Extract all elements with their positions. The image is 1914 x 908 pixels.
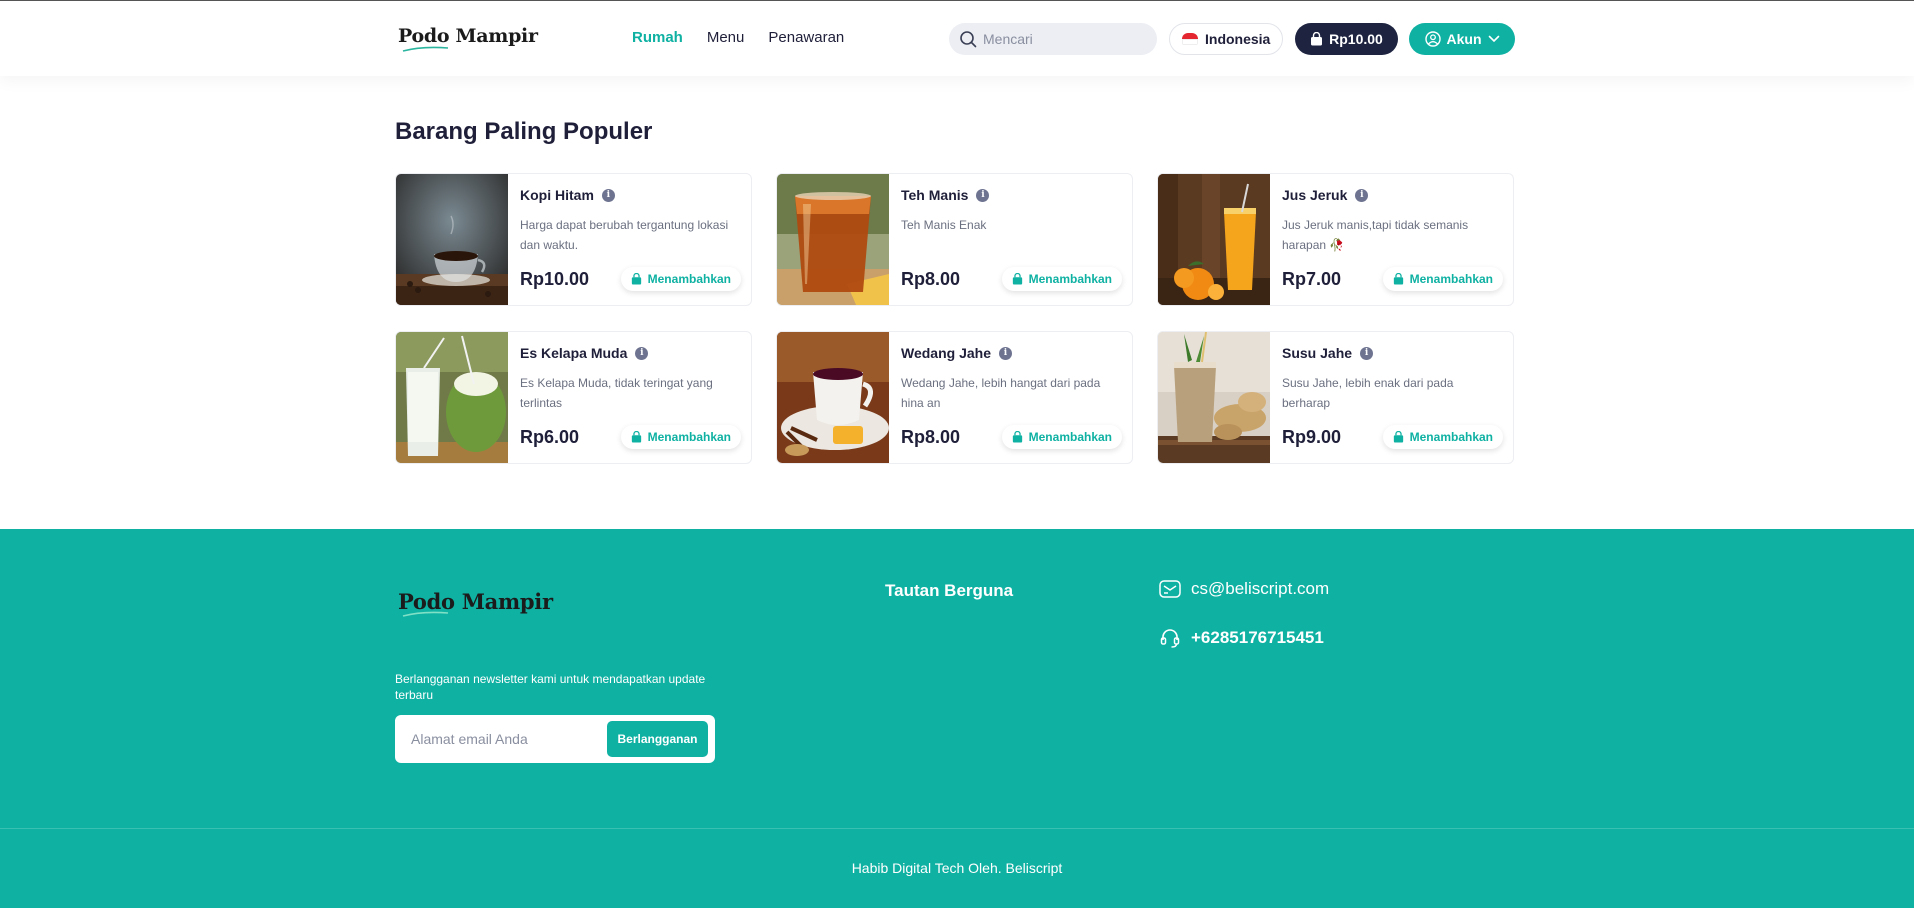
- search-icon: [960, 31, 977, 48]
- search-input[interactable]: [983, 31, 1143, 47]
- nav-item-menu[interactable]: Menu: [707, 29, 745, 46]
- product-image-wedang-jahe: [777, 332, 889, 463]
- newsletter-email-input[interactable]: [411, 731, 599, 747]
- product-description: Wedang Jahe, lebih hangat dari pada hina…: [901, 376, 1101, 410]
- contact-email-text: cs@beliscript.com: [1191, 579, 1330, 598]
- product-description: Susu Jahe, lebih enak dari pada berharap: [1282, 376, 1454, 410]
- add-to-cart-label: Menambahkan: [1409, 272, 1493, 286]
- bag-icon: [1393, 431, 1403, 443]
- product-body: Wedang Jahe i Wedang Jahe, lebih hangat …: [889, 332, 1132, 463]
- contact-phone[interactable]: +6285176715451: [1159, 627, 1324, 649]
- add-to-cart-button[interactable]: Menambahkan: [1382, 425, 1503, 449]
- brand-logo[interactable]: Podo Mampir: [398, 19, 538, 53]
- product-name: Es Kelapa Muda: [520, 345, 628, 361]
- add-to-cart-button[interactable]: Menambahkan: [620, 267, 741, 291]
- product-name: Kopi Hitam: [520, 187, 594, 203]
- bag-icon: [631, 431, 641, 443]
- product-card[interactable]: Wedang Jahe i Wedang Jahe, lebih hangat …: [776, 331, 1133, 464]
- product-grid: Kopi Hitam i Harga dapat berubah tergant…: [395, 173, 1515, 464]
- product-price: Rp8.00: [901, 426, 961, 447]
- product-image-es-kelapa-muda: [396, 332, 508, 463]
- product-price: Rp6.00: [520, 426, 580, 447]
- product-image-teh-manis: [777, 174, 889, 305]
- product-image-jus-jeruk: [1158, 174, 1270, 305]
- cart-button[interactable]: Rp10.00: [1295, 23, 1398, 55]
- product-card[interactable]: Teh Manis i Teh Manis Enak Rp8.00 Menamb…: [776, 173, 1133, 306]
- add-to-cart-button[interactable]: Menambahkan: [620, 425, 741, 449]
- info-icon[interactable]: i: [601, 188, 615, 202]
- product-description: Teh Manis Enak: [901, 218, 987, 232]
- product-price: Rp10.00: [520, 268, 590, 289]
- main-nav: Rumah Menu Penawaran: [632, 29, 844, 46]
- bag-icon: [631, 273, 641, 285]
- product-body: Es Kelapa Muda i Es Kelapa Muda, tidak t…: [508, 332, 751, 463]
- info-icon[interactable]: i: [999, 346, 1012, 360]
- useful-links-title: Tautan Berguna: [885, 581, 1014, 600]
- bag-icon: [1393, 273, 1403, 285]
- product-name: Susu Jahe: [1282, 345, 1353, 361]
- site-header: Podo Mampir Rumah Menu Penawaran Indones…: [0, 0, 1914, 76]
- add-to-cart-label: Menambahkan: [647, 272, 731, 286]
- product-name: Teh Manis: [901, 187, 969, 203]
- product-description: Harga dapat berubah tergantung lokasi da…: [520, 218, 729, 252]
- product-description: Es Kelapa Muda, tidak teringat yang terl…: [520, 376, 713, 410]
- add-to-cart-button[interactable]: Menambahkan: [1382, 267, 1503, 291]
- language-label: Indonesia: [1205, 31, 1271, 47]
- add-to-cart-button[interactable]: Menambahkan: [1001, 425, 1122, 449]
- product-name: Jus Jeruk: [1282, 187, 1348, 203]
- product-card[interactable]: Susu Jahe i Susu Jahe, lebih enak dari p…: [1157, 331, 1514, 464]
- newsletter-text: Berlangganan newsletter kami untuk menda…: [395, 672, 706, 702]
- product-body: Kopi Hitam i Harga dapat berubah tergant…: [508, 174, 751, 305]
- product-image-kopi-hitam: [396, 174, 508, 305]
- add-to-cart-label: Menambahkan: [1028, 272, 1112, 286]
- contact-email[interactable]: cs@beliscript.com: [1159, 579, 1329, 599]
- product-body: Teh Manis i Teh Manis Enak Rp8.00 Menamb…: [889, 174, 1132, 305]
- add-to-cart-label: Menambahkan: [1028, 430, 1112, 444]
- brand-name: Podo Mampir: [398, 25, 538, 47]
- product-card[interactable]: Jus Jeruk i Jus Jeruk manis,tapi tidak s…: [1157, 173, 1514, 306]
- chevron-down-icon: [1488, 35, 1499, 43]
- cart-total: Rp10.00: [1329, 31, 1383, 47]
- bag-icon: [1311, 32, 1323, 46]
- info-icon[interactable]: i: [976, 188, 990, 202]
- product-card[interactable]: Kopi Hitam i Harga dapat berubah tergant…: [395, 173, 752, 306]
- info-icon[interactable]: i: [1355, 188, 1369, 202]
- add-to-cart-label: Menambahkan: [647, 430, 731, 444]
- logo-swoosh-icon: [402, 611, 449, 617]
- mail-icon: [1159, 580, 1181, 598]
- product-image-susu-jahe: [1158, 332, 1270, 463]
- info-icon[interactable]: i: [635, 346, 649, 360]
- account-label: Akun: [1446, 31, 1482, 47]
- product-body: Jus Jeruk i Jus Jeruk manis,tapi tidak s…: [1270, 174, 1513, 305]
- add-to-cart-label: Menambahkan: [1409, 430, 1493, 444]
- product-card[interactable]: Es Kelapa Muda i Es Kelapa Muda, tidak t…: [395, 331, 752, 464]
- search-box[interactable]: [949, 23, 1157, 55]
- site-footer: Podo Mampir Berlangganan newsletter kami…: [0, 529, 1914, 908]
- copyright-text: Habib Digital Tech Oleh. Beliscript: [851, 860, 1063, 876]
- subscribe-button[interactable]: Berlangganan: [607, 721, 708, 757]
- product-price: Rp9.00: [1282, 426, 1342, 447]
- logo-swoosh-icon: [402, 46, 449, 52]
- add-to-cart-button[interactable]: Menambahkan: [1001, 267, 1122, 291]
- flag-icon: [1182, 33, 1198, 45]
- user-icon: [1424, 31, 1441, 47]
- footer-divider: [0, 828, 1914, 829]
- info-icon[interactable]: i: [1360, 346, 1374, 360]
- section-title: Barang Paling Populer: [395, 118, 653, 145]
- product-body: Susu Jahe i Susu Jahe, lebih enak dari p…: [1270, 332, 1513, 463]
- nav-item-penawaran[interactable]: Penawaran: [768, 29, 844, 46]
- newsletter-form: Berlangganan: [395, 715, 715, 763]
- bag-icon: [1012, 273, 1022, 285]
- account-menu-button[interactable]: Akun: [1409, 23, 1515, 55]
- contact-phone-text: +6285176715451: [1191, 628, 1324, 647]
- headset-icon: [1160, 629, 1180, 648]
- product-name: Wedang Jahe: [901, 345, 991, 361]
- language-selector[interactable]: Indonesia: [1169, 23, 1283, 55]
- nav-item-rumah[interactable]: Rumah: [632, 29, 683, 46]
- product-price: Rp7.00: [1282, 268, 1342, 289]
- product-price: Rp8.00: [901, 268, 961, 289]
- bag-icon: [1012, 431, 1022, 443]
- product-description: Jus Jeruk manis,tapi tidak semanis harap…: [1282, 218, 1469, 252]
